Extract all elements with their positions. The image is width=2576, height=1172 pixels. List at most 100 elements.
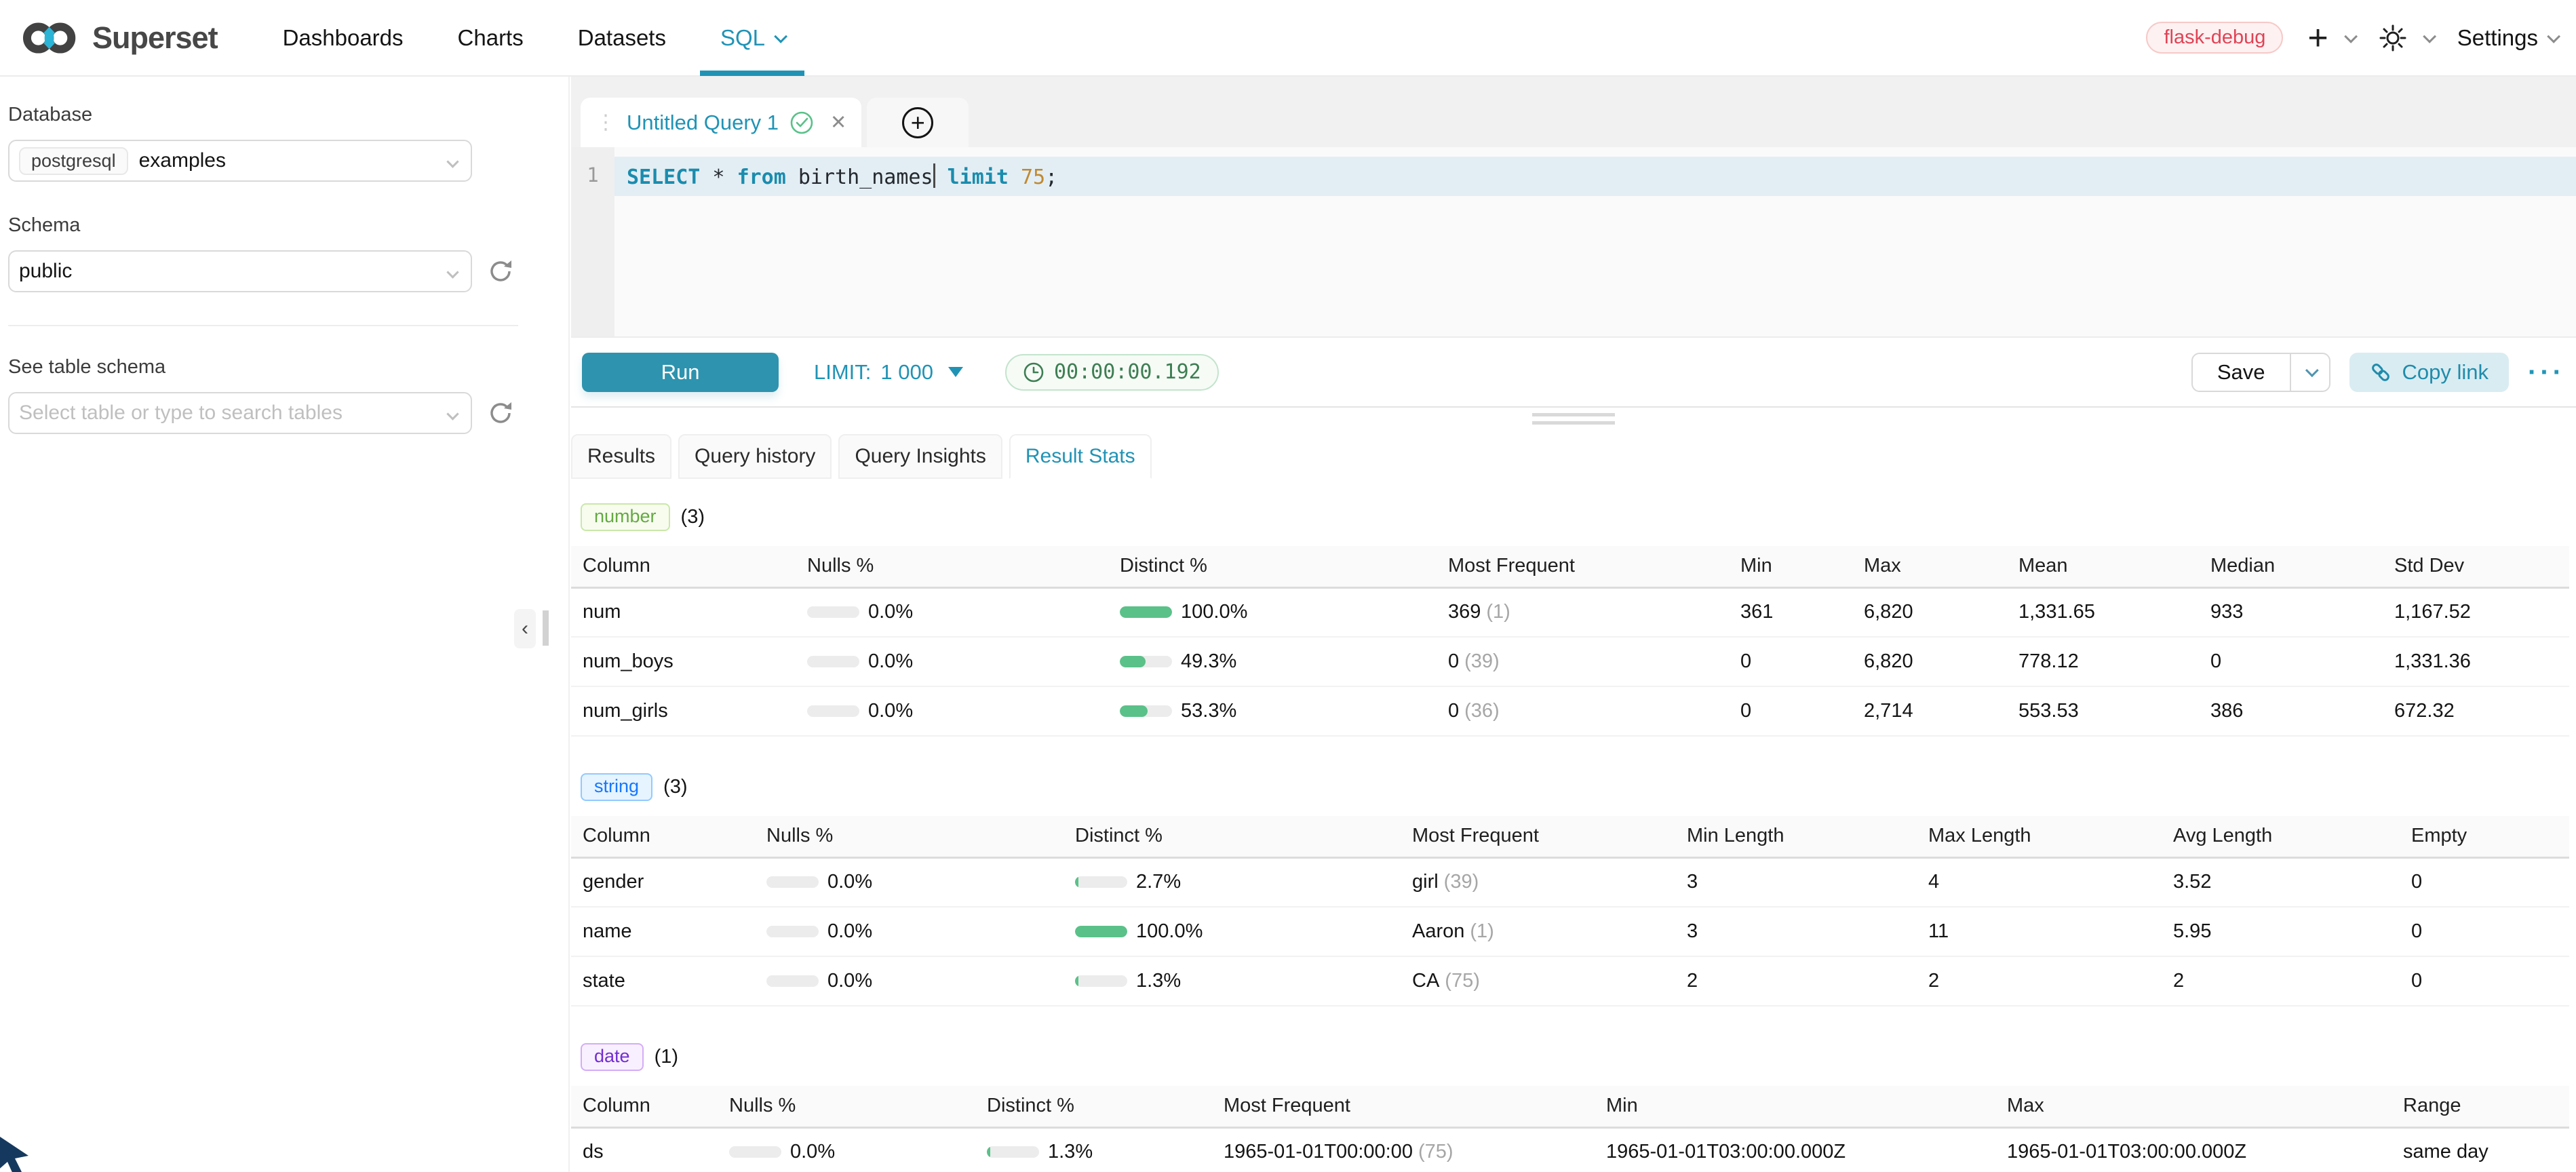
cell-median: 933 (2199, 587, 2383, 637)
sql-editor[interactable]: 1 SELECT * from birth_names limit 75; (571, 147, 2576, 338)
cell-median: 386 (2199, 686, 2383, 736)
cell-empty: 0 (2400, 907, 2569, 956)
date-section-header: date (1) (581, 1043, 2576, 1070)
progress-bar (807, 656, 859, 667)
results-tabbar: Results Query history Query Insights Res… (571, 433, 2576, 479)
settings-menu[interactable]: Settings (2457, 25, 2557, 51)
cell-most-frequent: Aaron(1) (1401, 907, 1675, 956)
drag-handle-icon[interactable]: ⋮ (596, 111, 614, 134)
progress-bar (1075, 975, 1127, 987)
limit-value: 1 000 (880, 360, 933, 385)
panel-resize-handle[interactable] (543, 610, 549, 646)
cell-stddev: 1,331.36 (2383, 637, 2569, 686)
database-select[interactable]: postgresql examples (8, 140, 472, 182)
save-options-button[interactable] (2291, 354, 2329, 391)
cell-avg-length: 2 (2162, 956, 2400, 1006)
progress-bar (1075, 876, 1127, 888)
navbar-right: flask-debug + Settings (2146, 22, 2557, 54)
save-split-button: Save (2191, 353, 2330, 392)
tab-query-history[interactable]: Query history (678, 434, 832, 479)
table-row: ds 0.0% 1.3% 1965-01-01T00:00:00(75) 196… (571, 1127, 2569, 1172)
editor-gutter: 1 (571, 147, 614, 336)
progress-bar (1120, 606, 1172, 618)
cell-column: num_boys (571, 637, 796, 686)
superset-logo[interactable]: Superset (19, 18, 218, 58)
number-section-header: number (3) (581, 503, 2576, 530)
cell-column: num_girls (571, 686, 796, 736)
cell-max: 6,820 (1852, 637, 2007, 686)
main-nav: Dashboards Charts Datasets SQL (256, 0, 811, 76)
db-engine-chip: postgresql (19, 147, 128, 175)
cell-nulls: 0.0% (718, 1127, 975, 1172)
cell-max: 2,714 (1852, 686, 2007, 736)
table-select[interactable]: Select table or type to search tables (8, 392, 472, 434)
schema-select[interactable]: public (8, 250, 472, 292)
refresh-icon[interactable] (486, 256, 515, 286)
mouse-cursor (0, 1133, 35, 1172)
type-tag-date: date (581, 1043, 644, 1071)
progress-bar (807, 705, 859, 717)
cell-max: 6,820 (1852, 587, 2007, 637)
schema-select-value: public (19, 260, 72, 283)
nav-item-charts[interactable]: Charts (431, 0, 551, 76)
cell-empty: 0 (2400, 956, 2569, 1006)
new-tab-area: + (867, 98, 969, 147)
environment-badge: flask-debug (2146, 22, 2283, 54)
cell-nulls: 0.0% (755, 857, 1063, 907)
chevron-down-icon (774, 29, 787, 43)
cell-empty: 0 (2400, 857, 2569, 907)
cell-range: same day (2392, 1127, 2569, 1172)
type-tag-number: number (581, 503, 670, 531)
sidebar-divider (8, 325, 518, 326)
cell-most-frequent: girl(39) (1401, 857, 1675, 907)
tab-query-insights[interactable]: Query Insights (838, 434, 1002, 479)
cell-nulls: 0.0% (796, 637, 1108, 686)
more-actions-button[interactable]: ··· (2528, 366, 2565, 379)
cell-most-frequent: 0(36) (1437, 686, 1729, 736)
cell-column: name (571, 907, 755, 956)
result-stats-panel: number (3) Column Nulls % Distinct % Mos… (571, 479, 2576, 1172)
tab-results[interactable]: Results (571, 434, 671, 479)
sqllab-left-panel: Database postgresql examples Schema publ… (0, 77, 570, 1172)
table-header-row: Column Nulls % Distinct % Most Frequent … (571, 816, 2569, 857)
table-header-row: Column Nulls % Distinct % Most Frequent … (571, 546, 2569, 587)
collapse-sidebar-button[interactable]: ‹ (514, 609, 536, 648)
cell-stddev: 672.32 (2383, 686, 2569, 736)
cell-nulls: 0.0% (796, 686, 1108, 736)
refresh-icon[interactable] (486, 398, 515, 428)
column-count: (1) (655, 1046, 678, 1068)
progress-bar (807, 606, 859, 618)
nav-item-sql[interactable]: SQL (693, 0, 811, 76)
cell-mean: 1,331.65 (2007, 587, 2199, 637)
editor-code-area[interactable]: SELECT * from birth_names limit 75; (614, 147, 2576, 336)
cell-max-length: 11 (1917, 907, 2162, 956)
cell-max-length: 2 (1917, 956, 2162, 1006)
save-button[interactable]: Save (2193, 354, 2291, 391)
progress-bar (987, 1146, 1039, 1158)
run-button[interactable]: Run (582, 353, 779, 392)
query-tab[interactable]: ⋮ Untitled Query 1 ✕ (581, 98, 861, 147)
progress-bar (729, 1146, 781, 1158)
close-icon[interactable]: ✕ (830, 111, 846, 134)
cell-column: num (571, 587, 796, 637)
progress-bar (766, 975, 819, 987)
cell-min: 361 (1729, 587, 1852, 637)
nav-item-datasets[interactable]: Datasets (551, 0, 693, 76)
table-select-placeholder: Select table or type to search tables (19, 402, 343, 425)
number-stats-table: Column Nulls % Distinct % Most Frequent … (571, 546, 2569, 737)
new-item-button[interactable]: + (2307, 24, 2354, 52)
cell-nulls: 0.0% (755, 956, 1063, 1006)
copy-link-button[interactable]: Copy link (2349, 353, 2510, 392)
nav-item-dashboards[interactable]: Dashboards (256, 0, 431, 76)
add-query-tab-button[interactable]: + (902, 107, 933, 138)
splitter-drag-handle[interactable] (1532, 413, 1615, 429)
query-tab-title: Untitled Query 1 (627, 111, 779, 135)
tab-result-stats[interactable]: Result Stats (1009, 434, 1152, 479)
progress-bar (1120, 705, 1172, 717)
cell-distinct: 49.3% (1108, 637, 1437, 686)
cell-stddev: 1,167.52 (2383, 587, 2569, 637)
limit-dropdown[interactable]: LIMIT: 1 000 (814, 360, 963, 385)
sqllab-main: ⋮ Untitled Query 1 ✕ + 1 SELECT * from b… (571, 77, 2576, 1172)
theme-toggle[interactable] (2379, 24, 2433, 52)
cell-min: 1965-01-01T03:00:00.000Z (1595, 1127, 1995, 1172)
